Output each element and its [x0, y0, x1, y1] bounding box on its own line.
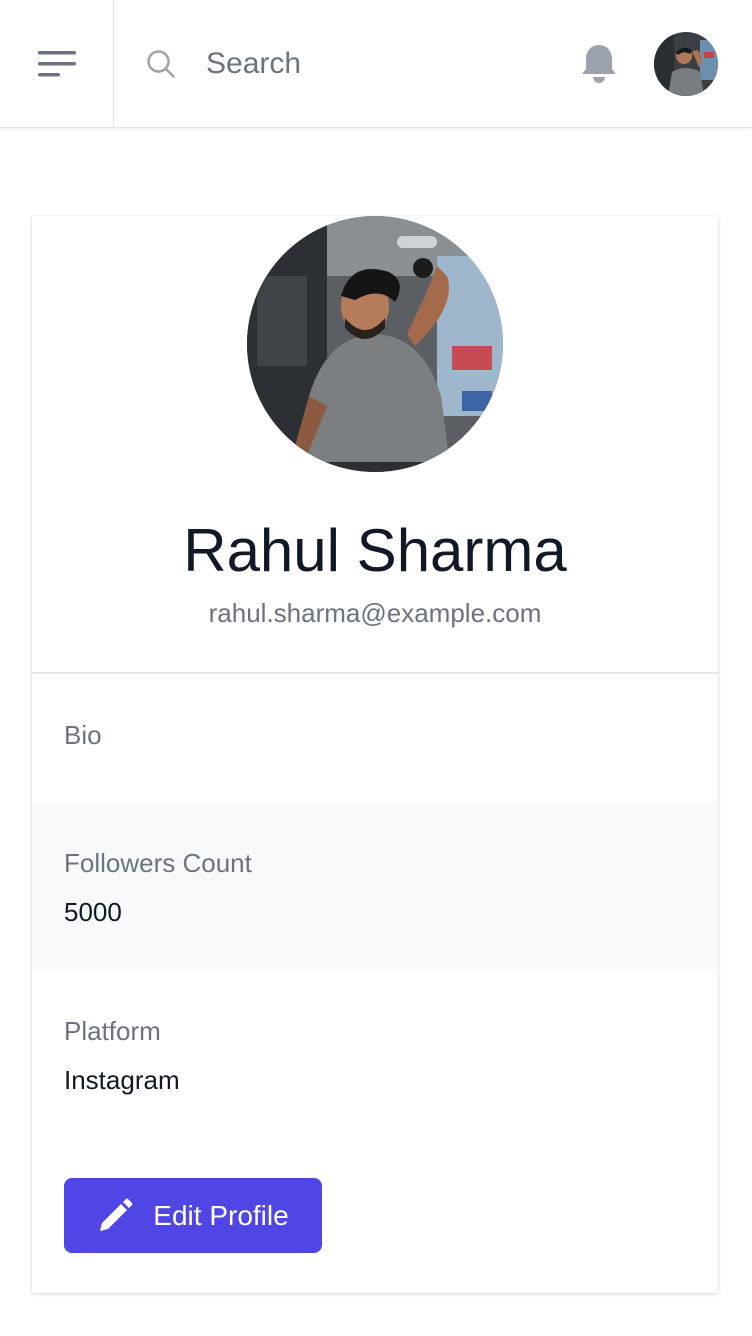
top-bar	[0, 0, 752, 128]
search-icon	[147, 50, 175, 78]
search-bar[interactable]	[146, 40, 506, 88]
followers-label: Followers Count	[64, 848, 252, 878]
edit-profile-label: Edit Profile	[153, 1199, 289, 1231]
profile-card: Rahul Sharma rahul.sharma@example.com Bi…	[32, 216, 718, 1293]
notifications-button[interactable]	[578, 42, 620, 86]
bio-row: Bio	[32, 674, 718, 802]
user-avatar-button[interactable]	[654, 32, 718, 96]
platform-label: Platform	[64, 1016, 161, 1046]
followers-row: Followers Count 5000	[32, 802, 718, 970]
profile-email: rahul.sharma@example.com	[208, 598, 542, 628]
bell-icon	[582, 45, 616, 83]
pencil-icon	[100, 1198, 133, 1231]
avatar	[654, 32, 718, 96]
platform-row: Platform Instagram	[32, 970, 718, 1138]
profile-name: Rahul Sharma	[183, 517, 567, 584]
search-input[interactable]	[206, 47, 506, 81]
platform-value: Instagram	[64, 1065, 180, 1095]
profile-photo	[247, 216, 503, 472]
followers-value: 5000	[64, 897, 122, 927]
bio-label: Bio	[64, 720, 102, 750]
edit-profile-button[interactable]: Edit Profile	[64, 1178, 322, 1253]
menu-button[interactable]	[0, 0, 114, 128]
menu-icon	[37, 50, 76, 76]
